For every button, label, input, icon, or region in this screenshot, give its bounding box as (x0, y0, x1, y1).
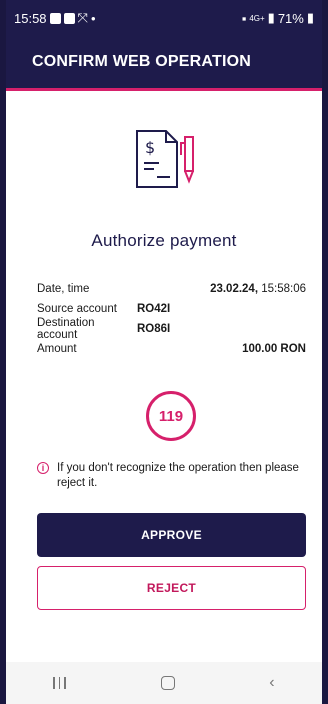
phone-screen: 15:58 ⤧ • ▪ 4G+ ▮ 71% ▮ CONFIRM WEB OPER… (6, 0, 322, 704)
date-value: 23.02.24, 15:58:06 (210, 283, 306, 295)
date-value-date: 23.02.24, (210, 283, 259, 295)
back-icon[interactable]: ‹ (269, 674, 274, 692)
amount-value: 100.00 RON (242, 343, 306, 355)
approve-button[interactable]: APPROVE (37, 513, 306, 557)
warning-text: If you don't recognize the operation the… (57, 462, 299, 489)
date-label: Date, time (37, 283, 90, 295)
home-icon[interactable] (160, 676, 175, 690)
status-bar: 15:58 ⤧ • ▪ 4G+ ▮ 71% ▮ (6, 0, 322, 36)
detail-row-source: Source account RO42I (37, 299, 306, 319)
warning-message: i If you don't recognize the operation t… (37, 461, 308, 491)
recent-apps-icon[interactable] (53, 677, 66, 689)
info-icon: i (37, 462, 49, 474)
system-nav-bar: ‹ (6, 662, 322, 704)
document-pen-icon: $ (136, 130, 194, 188)
sim-icon: ▪ (241, 10, 247, 26)
countdown-timer: 119 (146, 391, 196, 441)
battery-label: 71% (277, 10, 304, 26)
missed-call-icon: ⤧ (77, 10, 88, 25)
operation-details: Date, time 23.02.24, 15:58:06 Source acc… (37, 279, 306, 359)
network-label: 4G+ (249, 13, 265, 23)
reject-button[interactable]: REJECT (37, 566, 306, 610)
notification-icon (49, 12, 61, 24)
status-time: 15:58 (14, 10, 47, 26)
destination-label: Destination account (37, 317, 95, 341)
detail-row-destination: Destination account RO86I (37, 317, 306, 341)
detail-row-amount: Amount 100.00 RON (37, 339, 306, 359)
svg-text:$: $ (145, 138, 155, 157)
source-label: Source account (37, 303, 117, 315)
battery-icon: ▮ (306, 10, 314, 25)
status-left: 15:58 ⤧ • (14, 10, 96, 26)
source-value: RO42I (137, 303, 171, 315)
signal-icon: ▮ (267, 10, 275, 25)
destination-value: RO86I (137, 323, 171, 335)
authorize-title: Authorize payment (91, 231, 237, 250)
notification-icon (63, 12, 75, 24)
status-right: ▪ 4G+ ▮ 71% ▮ (242, 10, 314, 26)
content: $ Authorize payment Date, time 23.02.24,… (6, 91, 322, 662)
app-bar: CONFIRM WEB OPERATION (6, 36, 322, 88)
page-title: CONFIRM WEB OPERATION (32, 53, 252, 70)
detail-row-date: Date, time 23.02.24, 15:58:06 (37, 279, 306, 299)
amount-label: Amount (37, 343, 77, 355)
dot-icon: • (90, 10, 96, 26)
date-value-time: 15:58:06 (258, 283, 306, 295)
